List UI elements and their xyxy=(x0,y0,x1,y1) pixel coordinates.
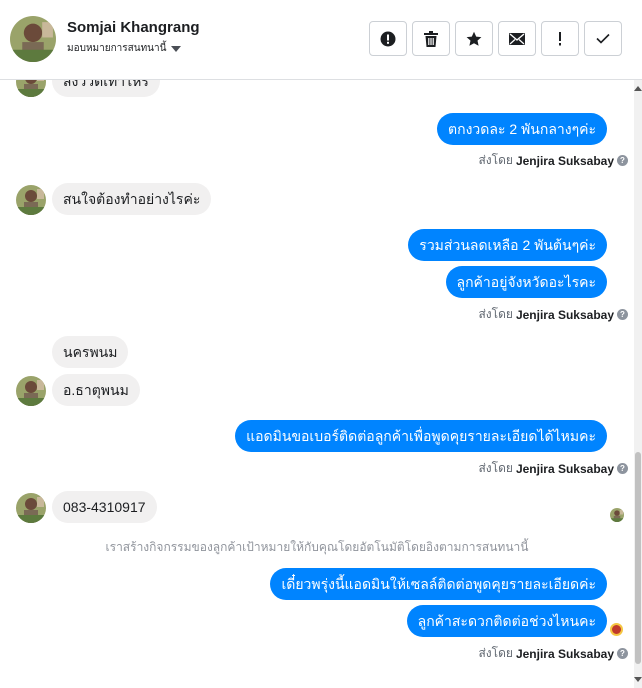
incoming-message: นครพนม xyxy=(52,336,129,368)
conversation-toolbar xyxy=(369,21,622,56)
outgoing-message: เดี๋ยวพรุ่งนี้แอดมินให้เซลล์ติดต่อพูดคุย… xyxy=(270,568,607,600)
system-note: เราสร้างกิจกรรมของลูกค้าเป้าหมายให้กับคุ… xyxy=(105,540,529,554)
outgoing-message: ตกงวดละ 2 พันกลางๆค่ะ xyxy=(437,113,607,145)
incoming-message: 083-4310917 xyxy=(52,491,157,523)
sent-by-line: ส่งโดย Jenjira Suksabay ? xyxy=(478,305,628,324)
sent-by-prefix: ส่งโดย xyxy=(478,646,513,660)
scrollbar-thumb[interactable] xyxy=(635,452,641,664)
scroll-up-icon[interactable] xyxy=(634,86,642,91)
envelope-icon xyxy=(509,32,525,45)
sent-by-line: ส่งโดย Jenjira Suksabay ? xyxy=(478,151,628,170)
report-button[interactable] xyxy=(369,21,407,56)
contact-avatar-small xyxy=(16,493,46,523)
message-thread[interactable]: ส่งวิวดีเท่าไหร่ ตกงวดละ 2 พันกลางๆค่ะ ส… xyxy=(0,80,642,688)
scroll-down-icon[interactable] xyxy=(634,677,642,682)
contact-name[interactable]: Somjai Khangrang xyxy=(67,19,200,36)
help-icon[interactable]: ? xyxy=(617,155,628,166)
check-icon xyxy=(596,33,610,44)
mark-unread-button[interactable] xyxy=(498,21,536,56)
incoming-message: อ.ธาตุพนม xyxy=(52,374,140,406)
incoming-message: สนใจต้องทำอย่างไรค่ะ xyxy=(52,183,212,215)
contact-avatar[interactable] xyxy=(10,16,56,62)
thread-scrollbar[interactable] xyxy=(634,80,642,688)
outgoing-message: รวมส่วนลดเหลือ 2 พันต้นๆค่ะ xyxy=(408,229,607,261)
sender-name: Jenjira Suksabay xyxy=(515,461,614,476)
seen-by-avatar xyxy=(610,508,624,522)
outgoing-message: ลูกค้าอยู่จังหวัดอะไรคะ xyxy=(445,266,607,298)
sender-name: Jenjira Suksabay xyxy=(515,646,614,661)
assign-conversation-dropdown[interactable]: มอบหมายการสนทนานี้ xyxy=(67,41,182,56)
assign-label: มอบหมายการสนทนานี้ xyxy=(67,43,167,54)
incoming-message: ส่งวิวดีเท่าไหร่ xyxy=(52,80,160,97)
sender-name: Jenjira Suksabay xyxy=(515,153,614,168)
sent-by-line: ส่งโดย Jenjira Suksabay ? xyxy=(478,644,628,663)
sent-by-line: ส่งโดย Jenjira Suksabay ? xyxy=(478,459,628,478)
contact-avatar-small xyxy=(16,376,46,406)
outgoing-message: แอดมินขอเบอร์ติดต่อลูกค้าเพื่อพูดคุยรายล… xyxy=(235,420,607,452)
sent-by-prefix: ส่งโดย xyxy=(478,461,513,475)
mark-done-button[interactable] xyxy=(584,21,622,56)
delete-button[interactable] xyxy=(412,21,450,56)
exclamation-circle-icon xyxy=(380,31,396,46)
contact-avatar-small xyxy=(16,185,46,215)
sender-name: Jenjira Suksabay xyxy=(515,307,614,322)
star-icon xyxy=(466,31,482,46)
help-icon[interactable]: ? xyxy=(617,309,628,320)
caret-down-icon xyxy=(171,45,182,52)
trash-icon xyxy=(424,30,438,47)
help-icon[interactable]: ? xyxy=(617,463,628,474)
outgoing-message: ลูกค้าสะดวกติดต่อช่วงไหนคะ xyxy=(406,605,607,637)
seen-indicator-icon xyxy=(610,623,623,636)
contact-avatar-small xyxy=(16,80,46,97)
sent-by-prefix: ส่งโดย xyxy=(478,153,513,167)
star-button[interactable] xyxy=(455,21,493,56)
conversation-header: Somjai Khangrang มอบหมายการสนทนานี้ xyxy=(0,0,642,80)
help-icon[interactable]: ? xyxy=(617,648,628,659)
sent-by-prefix: ส่งโดย xyxy=(478,307,513,321)
follow-up-button[interactable] xyxy=(541,21,579,56)
exclamation-icon xyxy=(559,31,561,45)
